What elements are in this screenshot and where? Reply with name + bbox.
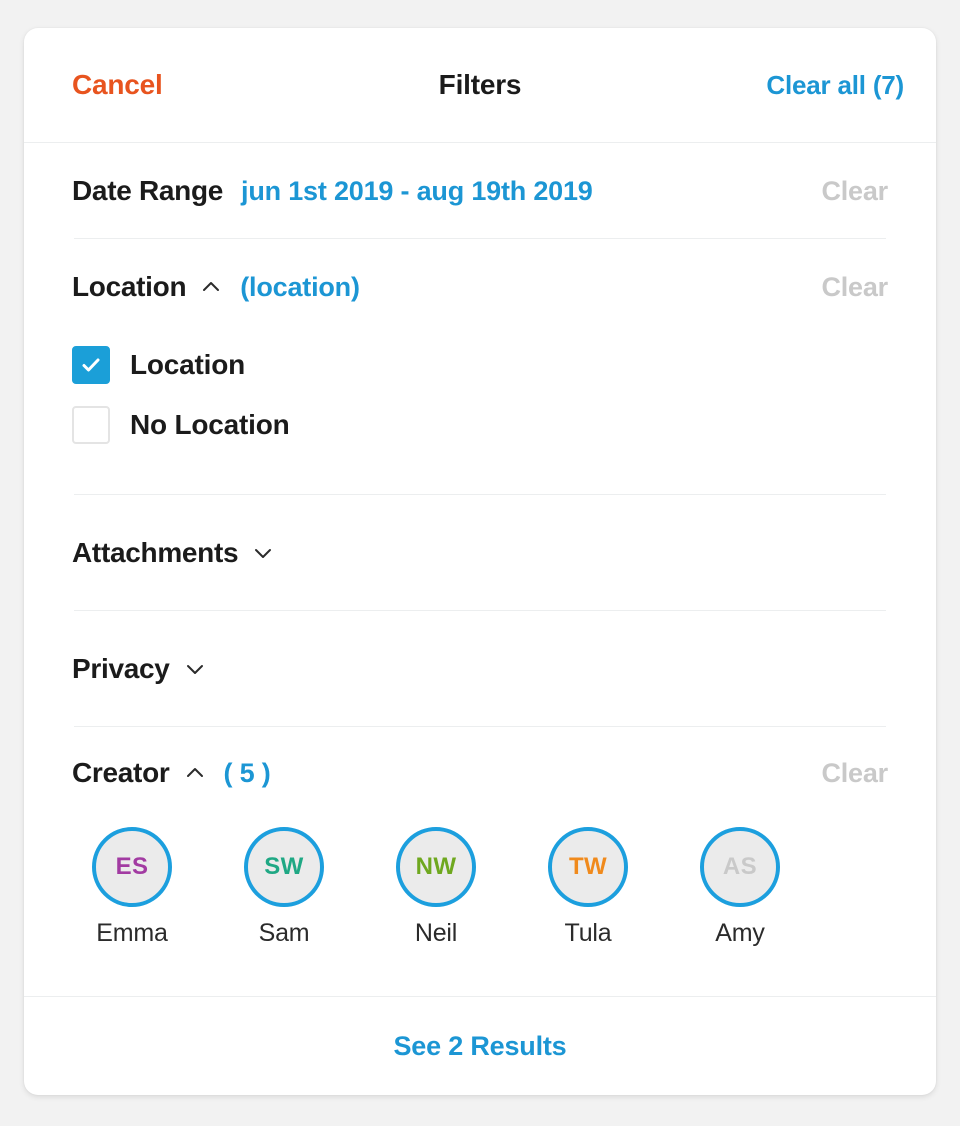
see-results-button[interactable]: See 2 Results xyxy=(394,1031,567,1062)
avatar-name: Emma xyxy=(96,919,168,947)
creator-avatar-neil[interactable]: NW Neil xyxy=(392,827,480,948)
creator-clear-button[interactable]: Clear xyxy=(821,758,888,789)
avatar[interactable]: AS xyxy=(700,827,780,907)
checkbox-row-no-location[interactable]: No Location xyxy=(72,395,888,455)
avatar[interactable]: TW xyxy=(548,827,628,907)
chevron-up-icon[interactable] xyxy=(200,276,222,298)
filters-body: Date Range jun 1st 2019 - aug 19th 2019 … xyxy=(24,143,936,996)
section-date-range: Date Range jun 1st 2019 - aug 19th 2019 … xyxy=(24,143,936,239)
avatar[interactable]: SW xyxy=(244,827,324,907)
creator-header[interactable]: Creator ( 5 ) Clear xyxy=(72,727,888,819)
avatar[interactable]: ES xyxy=(92,827,172,907)
date-range-value[interactable]: jun 1st 2019 - aug 19th 2019 xyxy=(241,176,593,207)
avatar[interactable]: NW xyxy=(396,827,476,907)
chevron-down-icon[interactable] xyxy=(184,658,206,680)
avatar-name: Neil xyxy=(414,919,458,947)
privacy-header[interactable]: Privacy xyxy=(72,611,888,727)
clear-all-button[interactable]: Clear all (7) xyxy=(766,70,904,101)
cancel-button[interactable]: Cancel xyxy=(72,69,163,101)
location-options: Location No Location xyxy=(72,335,888,495)
attachments-header[interactable]: Attachments xyxy=(72,495,888,611)
section-privacy: Privacy xyxy=(24,611,936,727)
location-label[interactable]: Location xyxy=(72,271,187,303)
section-location: Location (location) Clear Location No Lo… xyxy=(24,239,936,495)
creator-avatar-tula[interactable]: TW Tula xyxy=(544,827,632,948)
creator-avatar-sam[interactable]: SW Sam xyxy=(240,827,328,948)
attachments-label[interactable]: Attachments xyxy=(72,537,239,569)
avatar-name: Sam xyxy=(258,919,310,947)
creator-avatar-emma[interactable]: ES Emma xyxy=(88,827,176,948)
creator-count[interactable]: ( 5 ) xyxy=(224,758,271,789)
creator-label[interactable]: Creator xyxy=(72,757,170,789)
section-attachments: Attachments xyxy=(24,495,936,611)
checkbox-unchecked-icon[interactable] xyxy=(72,406,110,444)
avatar-name: Tula xyxy=(564,919,612,947)
filters-panel: Cancel Filters Clear all (7) Date Range … xyxy=(24,28,936,1095)
creator-avatar-list: ES Emma SW Sam NW Neil TW Tula AS Amy xyxy=(72,819,888,960)
checkbox-label-no-location: No Location xyxy=(130,409,290,440)
panel-header: Cancel Filters Clear all (7) xyxy=(24,28,936,143)
location-header[interactable]: Location (location) Clear xyxy=(72,239,888,335)
checkbox-checked-icon[interactable] xyxy=(72,346,110,384)
chevron-up-icon[interactable] xyxy=(184,762,206,784)
panel-footer: See 2 Results xyxy=(24,996,936,1095)
date-range-clear-button[interactable]: Clear xyxy=(821,176,888,207)
avatar-name: Amy xyxy=(715,919,765,947)
creator-avatar-amy[interactable]: AS Amy xyxy=(696,827,784,948)
checkbox-label-location: Location xyxy=(130,349,246,380)
location-clear-button[interactable]: Clear xyxy=(821,272,888,303)
privacy-label[interactable]: Privacy xyxy=(72,653,170,685)
chevron-down-icon[interactable] xyxy=(252,542,274,564)
location-value[interactable]: (location) xyxy=(240,272,360,303)
date-range-label[interactable]: Date Range xyxy=(72,175,223,207)
section-creator: Creator ( 5 ) Clear ES Emma SW Sam NW Neil TW T… xyxy=(24,727,936,960)
date-range-header[interactable]: Date Range jun 1st 2019 - aug 19th 2019 … xyxy=(72,143,888,239)
checkbox-row-location[interactable]: Location xyxy=(72,335,888,395)
